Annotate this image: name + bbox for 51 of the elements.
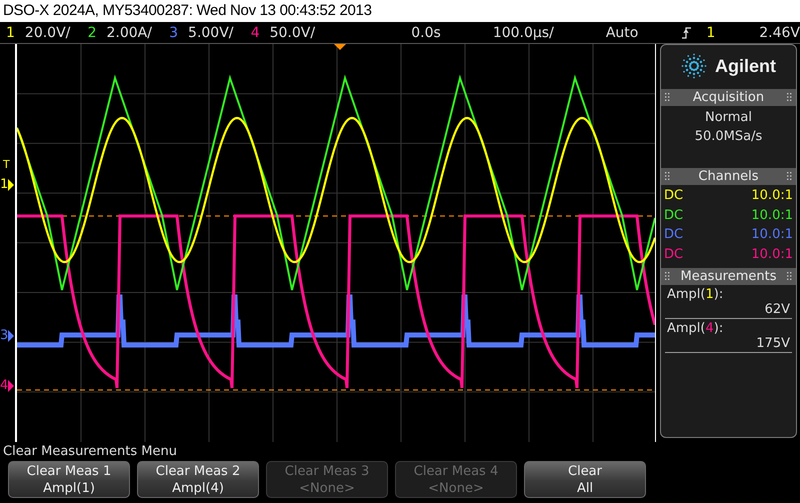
softkey-button[interactable]: Clear All [524, 461, 646, 498]
channel-coupling: DC [664, 246, 684, 264]
measurement-value: 62V [764, 302, 790, 317]
probe-ratio: 10.0:1 [751, 206, 793, 224]
channel-marker-label: 4 [0, 378, 8, 393]
channel-scale: 20.0V/ [24, 24, 70, 40]
menu-title: Clear Measurements Menu [2, 443, 177, 461]
softkey-button[interactable]: Clear Meas 1 Ampl(1) [8, 461, 130, 498]
measurement-label: Ampl(1): [667, 287, 724, 302]
grip-icon [665, 172, 670, 181]
section-title: Acquisition [692, 90, 764, 105]
probe-ratio: 10.0:1 [751, 246, 793, 264]
measurement-label: Ampl(4): [667, 321, 724, 336]
probe-ratio: 10.0:1 [751, 187, 793, 205]
section-title: Channels [698, 169, 759, 184]
channel-number: 4 [250, 24, 260, 40]
section-title: Measurements [680, 269, 777, 284]
grip-icon [786, 93, 792, 102]
trigger-level: 2.46V [759, 24, 800, 40]
channel-marker-label: 3 [0, 328, 8, 343]
channel-coupling: DC [664, 206, 684, 224]
spark-logo-icon [681, 53, 707, 79]
channel-number: 1 [6, 24, 15, 40]
channel-number: 3 [169, 24, 178, 40]
acquisition-mode: Normal [704, 109, 752, 127]
channel-scale: 5.00V/ [188, 24, 234, 40]
grip-icon [787, 172, 792, 181]
channel-coupling: DC [664, 187, 684, 205]
rising-edge-icon [682, 26, 692, 38]
window-title: DSO-X 2024A, MY53400287: Wed Nov 13 00:43:52 2013 [2, 1, 372, 21]
trigger-marker: T [3, 158, 10, 171]
channel-scale: 2.00A/ [106, 24, 152, 40]
marker-arrow-icon [8, 178, 14, 190]
time-delay: 0.0s [411, 24, 441, 40]
channel-marker-label: 1 [0, 177, 8, 192]
channel-number: 2 [88, 24, 96, 40]
channel-scale: 50.0V/ [270, 24, 316, 40]
marker-arrow-icon [8, 330, 14, 342]
brand-name: Agilent [715, 56, 776, 76]
trigger-source: 1 [706, 24, 716, 40]
time-scale: 100.0µs/ [492, 24, 554, 40]
marker-arrow-icon [8, 380, 14, 392]
grip-icon [665, 272, 670, 281]
softkey-button[interactable]: Clear Meas 2 Ampl(4) [137, 461, 259, 498]
channel-coupling: DC [664, 226, 684, 244]
probe-ratio: 10.0:1 [751, 226, 793, 244]
sample-rate: 50.0MSa/s [694, 128, 762, 146]
grip-icon [665, 93, 670, 102]
trigger-mode: Auto [606, 24, 638, 40]
measurement-value: 175V [756, 336, 790, 351]
grip-icon [787, 272, 792, 281]
